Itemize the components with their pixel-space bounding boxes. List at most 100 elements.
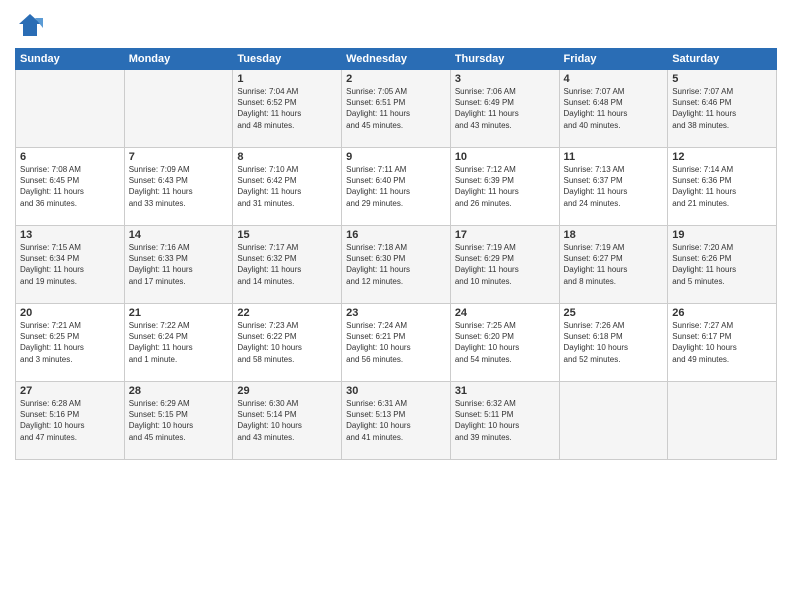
calendar-cell: 5Sunrise: 7:07 AM Sunset: 6:46 PM Daylig… [668,70,777,148]
weekday-header-thursday: Thursday [450,49,559,70]
day-number: 19 [672,229,772,241]
calendar-cell [16,70,125,148]
day-number: 16 [346,229,446,241]
calendar-cell: 13Sunrise: 7:15 AM Sunset: 6:34 PM Dayli… [16,226,125,304]
day-number: 6 [20,151,120,163]
day-info: Sunrise: 6:30 AM Sunset: 5:14 PM Dayligh… [237,398,337,443]
day-info: Sunrise: 7:26 AM Sunset: 6:18 PM Dayligh… [564,320,664,365]
day-number: 10 [455,151,555,163]
logo-icon [15,10,45,40]
day-info: Sunrise: 7:14 AM Sunset: 6:36 PM Dayligh… [672,164,772,209]
day-number: 24 [455,307,555,319]
page-header [15,10,777,40]
calendar-cell: 2Sunrise: 7:05 AM Sunset: 6:51 PM Daylig… [342,70,451,148]
day-number: 26 [672,307,772,319]
week-row-5: 27Sunrise: 6:28 AM Sunset: 5:16 PM Dayli… [16,382,777,460]
day-info: Sunrise: 7:21 AM Sunset: 6:25 PM Dayligh… [20,320,120,365]
day-info: Sunrise: 7:16 AM Sunset: 6:33 PM Dayligh… [129,242,229,287]
day-info: Sunrise: 7:18 AM Sunset: 6:30 PM Dayligh… [346,242,446,287]
calendar-cell: 14Sunrise: 7:16 AM Sunset: 6:33 PM Dayli… [124,226,233,304]
weekday-header-sunday: Sunday [16,49,125,70]
day-info: Sunrise: 7:05 AM Sunset: 6:51 PM Dayligh… [346,86,446,131]
calendar-table: SundayMondayTuesdayWednesdayThursdayFrid… [15,48,777,460]
day-info: Sunrise: 7:13 AM Sunset: 6:37 PM Dayligh… [564,164,664,209]
day-info: Sunrise: 7:19 AM Sunset: 6:27 PM Dayligh… [564,242,664,287]
day-number: 15 [237,229,337,241]
day-info: Sunrise: 7:25 AM Sunset: 6:20 PM Dayligh… [455,320,555,365]
calendar-cell: 19Sunrise: 7:20 AM Sunset: 6:26 PM Dayli… [668,226,777,304]
day-number: 12 [672,151,772,163]
calendar-cell: 28Sunrise: 6:29 AM Sunset: 5:15 PM Dayli… [124,382,233,460]
day-number: 5 [672,73,772,85]
weekday-header-saturday: Saturday [668,49,777,70]
day-number: 7 [129,151,229,163]
day-number: 25 [564,307,664,319]
calendar-cell [559,382,668,460]
calendar-cell: 17Sunrise: 7:19 AM Sunset: 6:29 PM Dayli… [450,226,559,304]
day-info: Sunrise: 7:19 AM Sunset: 6:29 PM Dayligh… [455,242,555,287]
day-number: 2 [346,73,446,85]
day-info: Sunrise: 7:12 AM Sunset: 6:39 PM Dayligh… [455,164,555,209]
day-number: 23 [346,307,446,319]
day-number: 9 [346,151,446,163]
day-info: Sunrise: 6:31 AM Sunset: 5:13 PM Dayligh… [346,398,446,443]
day-number: 20 [20,307,120,319]
calendar-cell: 27Sunrise: 6:28 AM Sunset: 5:16 PM Dayli… [16,382,125,460]
day-number: 18 [564,229,664,241]
logo [15,10,49,40]
weekday-header-tuesday: Tuesday [233,49,342,70]
calendar-cell: 29Sunrise: 6:30 AM Sunset: 5:14 PM Dayli… [233,382,342,460]
day-number: 1 [237,73,337,85]
weekday-header-monday: Monday [124,49,233,70]
day-info: Sunrise: 7:23 AM Sunset: 6:22 PM Dayligh… [237,320,337,365]
calendar-cell: 24Sunrise: 7:25 AM Sunset: 6:20 PM Dayli… [450,304,559,382]
calendar-cell: 6Sunrise: 7:08 AM Sunset: 6:45 PM Daylig… [16,148,125,226]
calendar-cell: 8Sunrise: 7:10 AM Sunset: 6:42 PM Daylig… [233,148,342,226]
day-number: 30 [346,385,446,397]
weekday-header-wednesday: Wednesday [342,49,451,70]
day-info: Sunrise: 7:15 AM Sunset: 6:34 PM Dayligh… [20,242,120,287]
day-number: 21 [129,307,229,319]
calendar-cell: 18Sunrise: 7:19 AM Sunset: 6:27 PM Dayli… [559,226,668,304]
day-number: 29 [237,385,337,397]
day-info: Sunrise: 7:04 AM Sunset: 6:52 PM Dayligh… [237,86,337,131]
day-info: Sunrise: 6:29 AM Sunset: 5:15 PM Dayligh… [129,398,229,443]
day-info: Sunrise: 7:10 AM Sunset: 6:42 PM Dayligh… [237,164,337,209]
calendar-cell: 21Sunrise: 7:22 AM Sunset: 6:24 PM Dayli… [124,304,233,382]
day-info: Sunrise: 7:07 AM Sunset: 6:46 PM Dayligh… [672,86,772,131]
calendar-cell: 1Sunrise: 7:04 AM Sunset: 6:52 PM Daylig… [233,70,342,148]
day-info: Sunrise: 6:28 AM Sunset: 5:16 PM Dayligh… [20,398,120,443]
calendar-cell: 3Sunrise: 7:06 AM Sunset: 6:49 PM Daylig… [450,70,559,148]
calendar-cell: 9Sunrise: 7:11 AM Sunset: 6:40 PM Daylig… [342,148,451,226]
calendar-cell: 25Sunrise: 7:26 AM Sunset: 6:18 PM Dayli… [559,304,668,382]
day-number: 27 [20,385,120,397]
day-info: Sunrise: 7:09 AM Sunset: 6:43 PM Dayligh… [129,164,229,209]
day-number: 28 [129,385,229,397]
day-info: Sunrise: 7:17 AM Sunset: 6:32 PM Dayligh… [237,242,337,287]
day-info: Sunrise: 7:20 AM Sunset: 6:26 PM Dayligh… [672,242,772,287]
day-info: Sunrise: 7:24 AM Sunset: 6:21 PM Dayligh… [346,320,446,365]
calendar-cell: 15Sunrise: 7:17 AM Sunset: 6:32 PM Dayli… [233,226,342,304]
calendar-cell: 31Sunrise: 6:32 AM Sunset: 5:11 PM Dayli… [450,382,559,460]
week-row-3: 13Sunrise: 7:15 AM Sunset: 6:34 PM Dayli… [16,226,777,304]
week-row-4: 20Sunrise: 7:21 AM Sunset: 6:25 PM Dayli… [16,304,777,382]
day-number: 4 [564,73,664,85]
calendar-cell: 16Sunrise: 7:18 AM Sunset: 6:30 PM Dayli… [342,226,451,304]
calendar-cell: 4Sunrise: 7:07 AM Sunset: 6:48 PM Daylig… [559,70,668,148]
calendar-cell: 7Sunrise: 7:09 AM Sunset: 6:43 PM Daylig… [124,148,233,226]
week-row-1: 1Sunrise: 7:04 AM Sunset: 6:52 PM Daylig… [16,70,777,148]
day-number: 22 [237,307,337,319]
day-info: Sunrise: 7:08 AM Sunset: 6:45 PM Dayligh… [20,164,120,209]
day-number: 13 [20,229,120,241]
day-number: 31 [455,385,555,397]
calendar-cell: 22Sunrise: 7:23 AM Sunset: 6:22 PM Dayli… [233,304,342,382]
day-info: Sunrise: 7:11 AM Sunset: 6:40 PM Dayligh… [346,164,446,209]
day-info: Sunrise: 7:06 AM Sunset: 6:49 PM Dayligh… [455,86,555,131]
calendar-cell: 23Sunrise: 7:24 AM Sunset: 6:21 PM Dayli… [342,304,451,382]
calendar-cell: 10Sunrise: 7:12 AM Sunset: 6:39 PM Dayli… [450,148,559,226]
calendar-cell: 11Sunrise: 7:13 AM Sunset: 6:37 PM Dayli… [559,148,668,226]
calendar-cell: 30Sunrise: 6:31 AM Sunset: 5:13 PM Dayli… [342,382,451,460]
day-info: Sunrise: 6:32 AM Sunset: 5:11 PM Dayligh… [455,398,555,443]
calendar-cell: 12Sunrise: 7:14 AM Sunset: 6:36 PM Dayli… [668,148,777,226]
day-info: Sunrise: 7:07 AM Sunset: 6:48 PM Dayligh… [564,86,664,131]
